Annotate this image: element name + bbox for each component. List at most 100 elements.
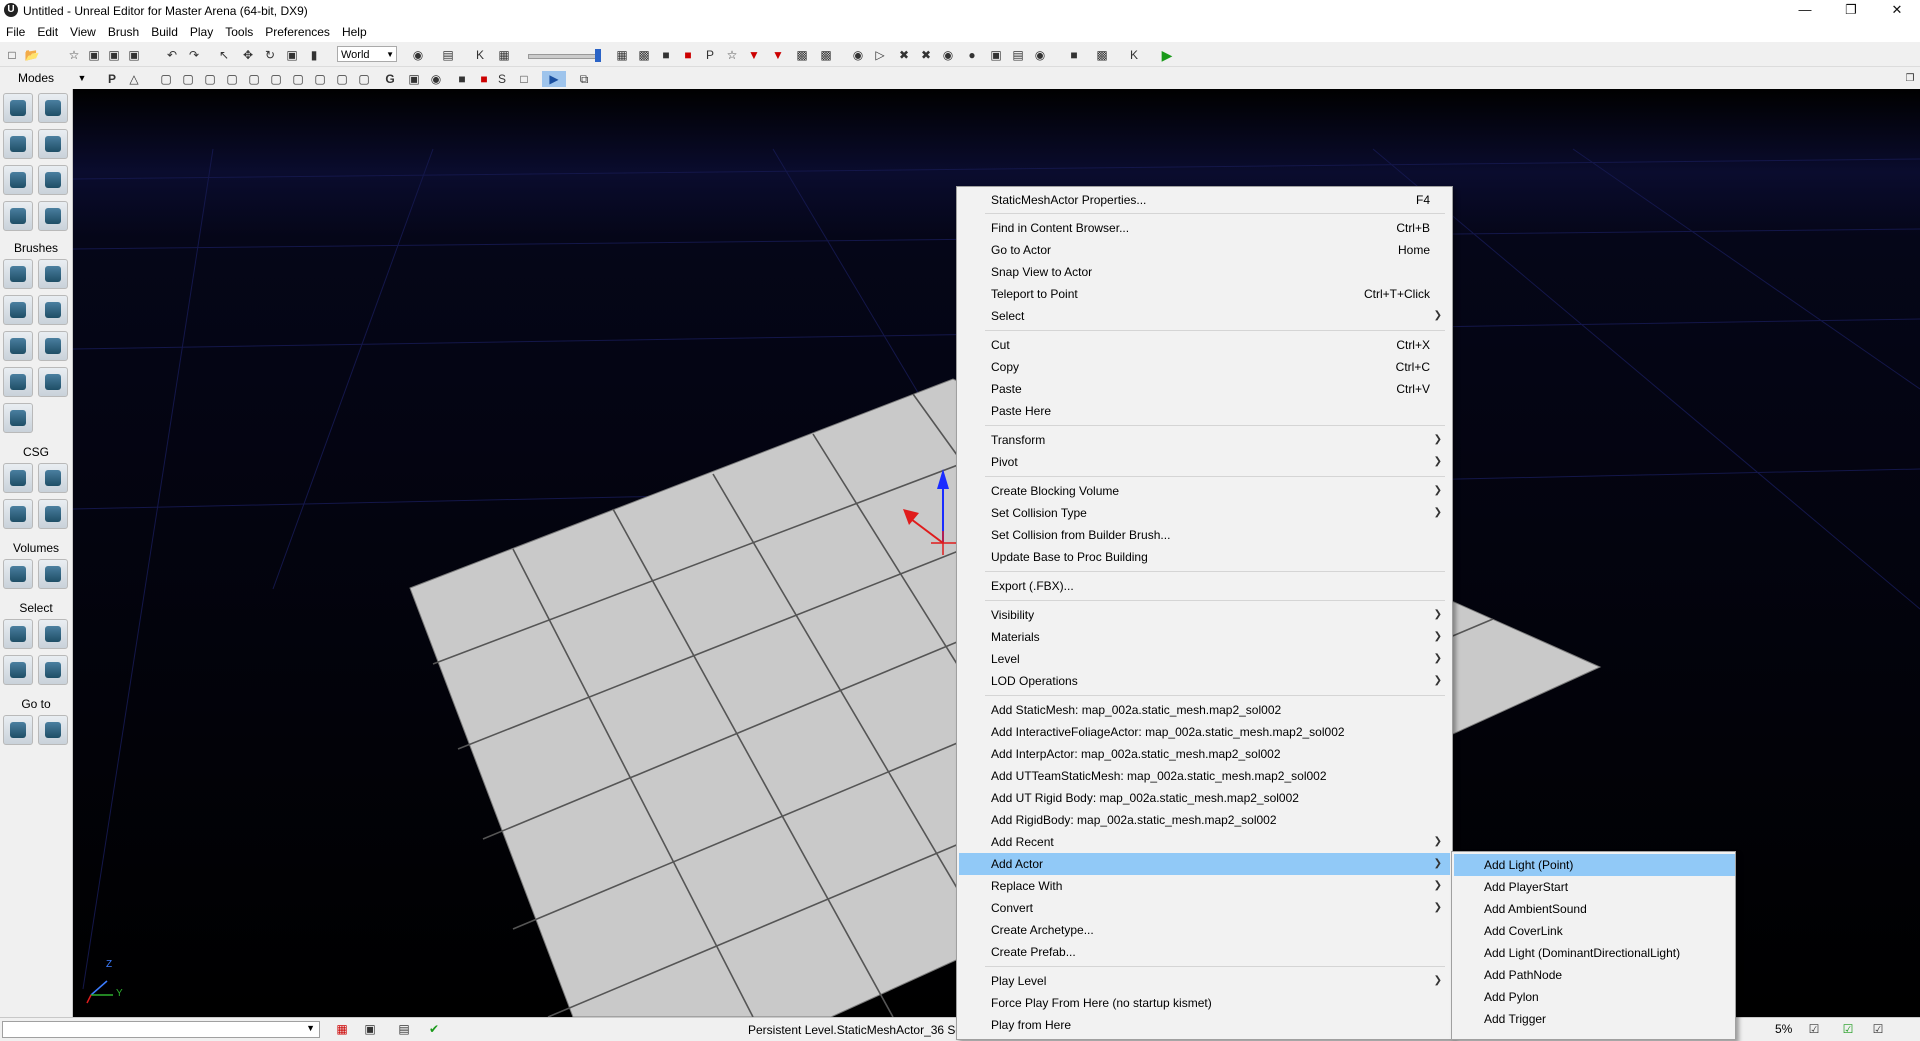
submenu-item-add-pathnode[interactable]: Add PathNode xyxy=(1454,964,1735,986)
actor-drop-icon[interactable]: ▼ xyxy=(770,47,786,63)
command-input[interactable]: ▼ xyxy=(2,1021,320,1038)
menu-item-materials[interactable]: Materials ❯ xyxy=(959,626,1450,648)
matinee-icon[interactable]: K xyxy=(472,47,488,63)
menu-item-add-utteamstaticmesh[interactable]: Add UTTeamStaticMesh: map_002a.static_me… xyxy=(959,765,1450,787)
csg-add-button[interactable] xyxy=(3,463,33,493)
build-p-icon[interactable]: P xyxy=(702,47,718,63)
add-volume-button[interactable] xyxy=(3,559,33,589)
drag-grid-slider[interactable] xyxy=(528,49,601,62)
menu-item-teleport[interactable]: Teleport to Point Ctrl+T+Click xyxy=(959,283,1450,305)
menu-tools[interactable]: Tools xyxy=(219,22,259,42)
realtime-play-icon[interactable]: ▶ xyxy=(542,71,566,87)
binoculars-icon[interactable]: ◉ xyxy=(410,47,426,63)
menu-build[interactable]: Build xyxy=(145,22,184,42)
save-all-icon[interactable]: ▣ xyxy=(106,47,122,63)
scale-mode-icon[interactable]: ▣ xyxy=(284,47,300,63)
menu-item-pivot[interactable]: Pivot ❯ xyxy=(959,451,1450,473)
menu-item-add-ut-rigid-body[interactable]: Add UT Rigid Body: map_002a.static_mesh.… xyxy=(959,787,1450,809)
play-in-editor-icon[interactable]: ▶ xyxy=(1156,47,1178,63)
pin-icon[interactable]: ▷ xyxy=(872,47,888,63)
device-icon[interactable]: ▣ xyxy=(988,47,1004,63)
save-icon[interactable]: ▣ xyxy=(86,47,102,63)
menu-item-set-collision-builder[interactable]: Set Collision from Builder Brush... xyxy=(959,524,1450,546)
submenu-item-add-pylon[interactable]: Add Pylon xyxy=(1454,986,1735,1008)
submenu-item-add-ambientsound[interactable]: Add AmbientSound xyxy=(1454,898,1735,920)
hide-selected-button[interactable] xyxy=(38,619,68,649)
menu-item-find-in-browser[interactable]: Find in Content Browser... Ctrl+B xyxy=(959,217,1450,239)
menu-item-visibility[interactable]: Visibility ❯ xyxy=(959,604,1450,626)
hidden-actor-icon[interactable]: ■ xyxy=(476,71,492,87)
package-icon[interactable]: ■ xyxy=(1066,47,1082,63)
monitor-icon[interactable]: ▩ xyxy=(1094,47,1110,63)
star-icon[interactable]: ☆ xyxy=(724,47,740,63)
menu-item-play-from-here[interactable]: Play from Here xyxy=(959,1014,1450,1036)
speed-icon[interactable]: S xyxy=(494,71,510,87)
menu-preferences[interactable]: Preferences xyxy=(259,22,336,42)
menu-item-snap-view[interactable]: Snap View to Actor xyxy=(959,261,1450,283)
grid-snap-icon[interactable]: ▦ xyxy=(334,1021,350,1037)
drag-icon[interactable]: ▤ xyxy=(396,1021,412,1037)
split-icon[interactable]: ✖ xyxy=(896,47,912,63)
menu-item-paste-here[interactable]: Paste Here xyxy=(959,400,1450,422)
film-icon[interactable]: ▤ xyxy=(1010,47,1026,63)
linear-stair-brush-button[interactable] xyxy=(3,331,33,361)
menu-brush[interactable]: Brush xyxy=(102,22,145,42)
submenu-item-add-playerstart[interactable]: Add PlayerStart xyxy=(1454,876,1735,898)
scale-percent[interactable]: 5% xyxy=(1775,1022,1792,1036)
slider-thumb[interactable] xyxy=(595,49,601,62)
menu-play[interactable]: Play xyxy=(184,22,219,42)
menu-item-play-level[interactable]: Play Level ❯ xyxy=(959,970,1450,992)
menu-item-level[interactable]: Level ❯ xyxy=(959,648,1450,670)
rotate-mode-icon[interactable]: ↻ xyxy=(262,47,278,63)
light-icon[interactable]: ▣ xyxy=(362,1021,378,1037)
close-icon[interactable]: ✕ xyxy=(1874,0,1920,22)
menu-item-add-actor[interactable]: Add Actor ❯ xyxy=(959,853,1450,875)
restore-icon[interactable]: ❐ xyxy=(1828,0,1874,22)
menu-item-add-rigidbody[interactable]: Add RigidBody: map_002a.static_mesh.map2… xyxy=(959,809,1450,831)
cube-brush-button[interactable] xyxy=(3,259,33,289)
build-lighting-icon[interactable]: ■ xyxy=(658,47,674,63)
geometry-mode-button[interactable] xyxy=(38,93,68,123)
game-view-icon[interactable]: G xyxy=(382,71,398,87)
detail-lighting-icon[interactable]: ▢ xyxy=(246,71,262,87)
menu-item-select[interactable]: Select ❯ xyxy=(959,305,1450,327)
cylinder-brush-button[interactable] xyxy=(38,295,68,325)
menu-item-create-archetype[interactable]: Create Archetype... xyxy=(959,919,1450,941)
lightmap-density-icon[interactable]: ▢ xyxy=(356,71,372,87)
show-selected-button[interactable] xyxy=(3,619,33,649)
menu-item-lod-operations[interactable]: LOD Operations ❯ xyxy=(959,670,1450,692)
landscape-button[interactable] xyxy=(3,201,33,231)
shield-icon[interactable]: ◉ xyxy=(850,47,866,63)
csg-subtract-button[interactable] xyxy=(38,463,68,493)
menu-item-export-fbx[interactable]: Export (.FBX)... xyxy=(959,575,1450,597)
terrain-mode-button[interactable] xyxy=(3,129,33,159)
build-paths-icon[interactable]: ■ xyxy=(680,47,696,63)
restore-viewport-icon[interactable]: ❐ xyxy=(1902,71,1918,87)
save-as-icon[interactable]: ▣ xyxy=(126,47,142,63)
submenu-item-add-coverlink[interactable]: Add CoverLink xyxy=(1454,920,1735,942)
cone-brush-button[interactable] xyxy=(38,259,68,289)
menu-item-properties[interactable]: StaticMeshActor Properties... F4 xyxy=(959,189,1450,211)
invert-selection-button[interactable] xyxy=(3,655,33,685)
menu-item-add-recent[interactable]: Add Recent ❯ xyxy=(959,831,1450,853)
menu-item-go-to-actor[interactable]: Go to Actor Home xyxy=(959,239,1450,261)
autosave-icon[interactable]: ☑ xyxy=(1840,1021,1856,1037)
lit-icon[interactable]: ▢ xyxy=(224,71,240,87)
menu-item-create-prefab[interactable]: Create Prefab... xyxy=(959,941,1450,963)
menu-item-update-base[interactable]: Update Base to Proc Building xyxy=(959,546,1450,568)
menu-item-add-foliage[interactable]: Add InteractiveFoliageActor: map_002a.st… xyxy=(959,721,1450,743)
move-mode-button[interactable] xyxy=(38,129,68,159)
lock-icon[interactable]: ▣ xyxy=(406,71,422,87)
snap-check-icon[interactable]: ☑ xyxy=(1806,1021,1822,1037)
menu-item-add-staticmesh[interactable]: Add StaticMesh: map_002a.static_mesh.map… xyxy=(959,699,1450,721)
actor-down-icon[interactable]: ▼ xyxy=(746,47,762,63)
minimize-icon[interactable]: — xyxy=(1782,0,1828,22)
menu-item-transform[interactable]: Transform ❯ xyxy=(959,429,1450,451)
merge-icon[interactable]: ✖ xyxy=(918,47,934,63)
new-map-icon[interactable]: □ xyxy=(4,47,20,63)
submenu-item-add-trigger[interactable]: Add Trigger xyxy=(1454,1008,1735,1030)
volumetric-brush-button[interactable] xyxy=(3,403,33,433)
curved-stair-brush-button[interactable] xyxy=(3,295,33,325)
goto-actor-button[interactable] xyxy=(3,715,33,745)
lighting-only-icon[interactable]: ▢ xyxy=(268,71,284,87)
